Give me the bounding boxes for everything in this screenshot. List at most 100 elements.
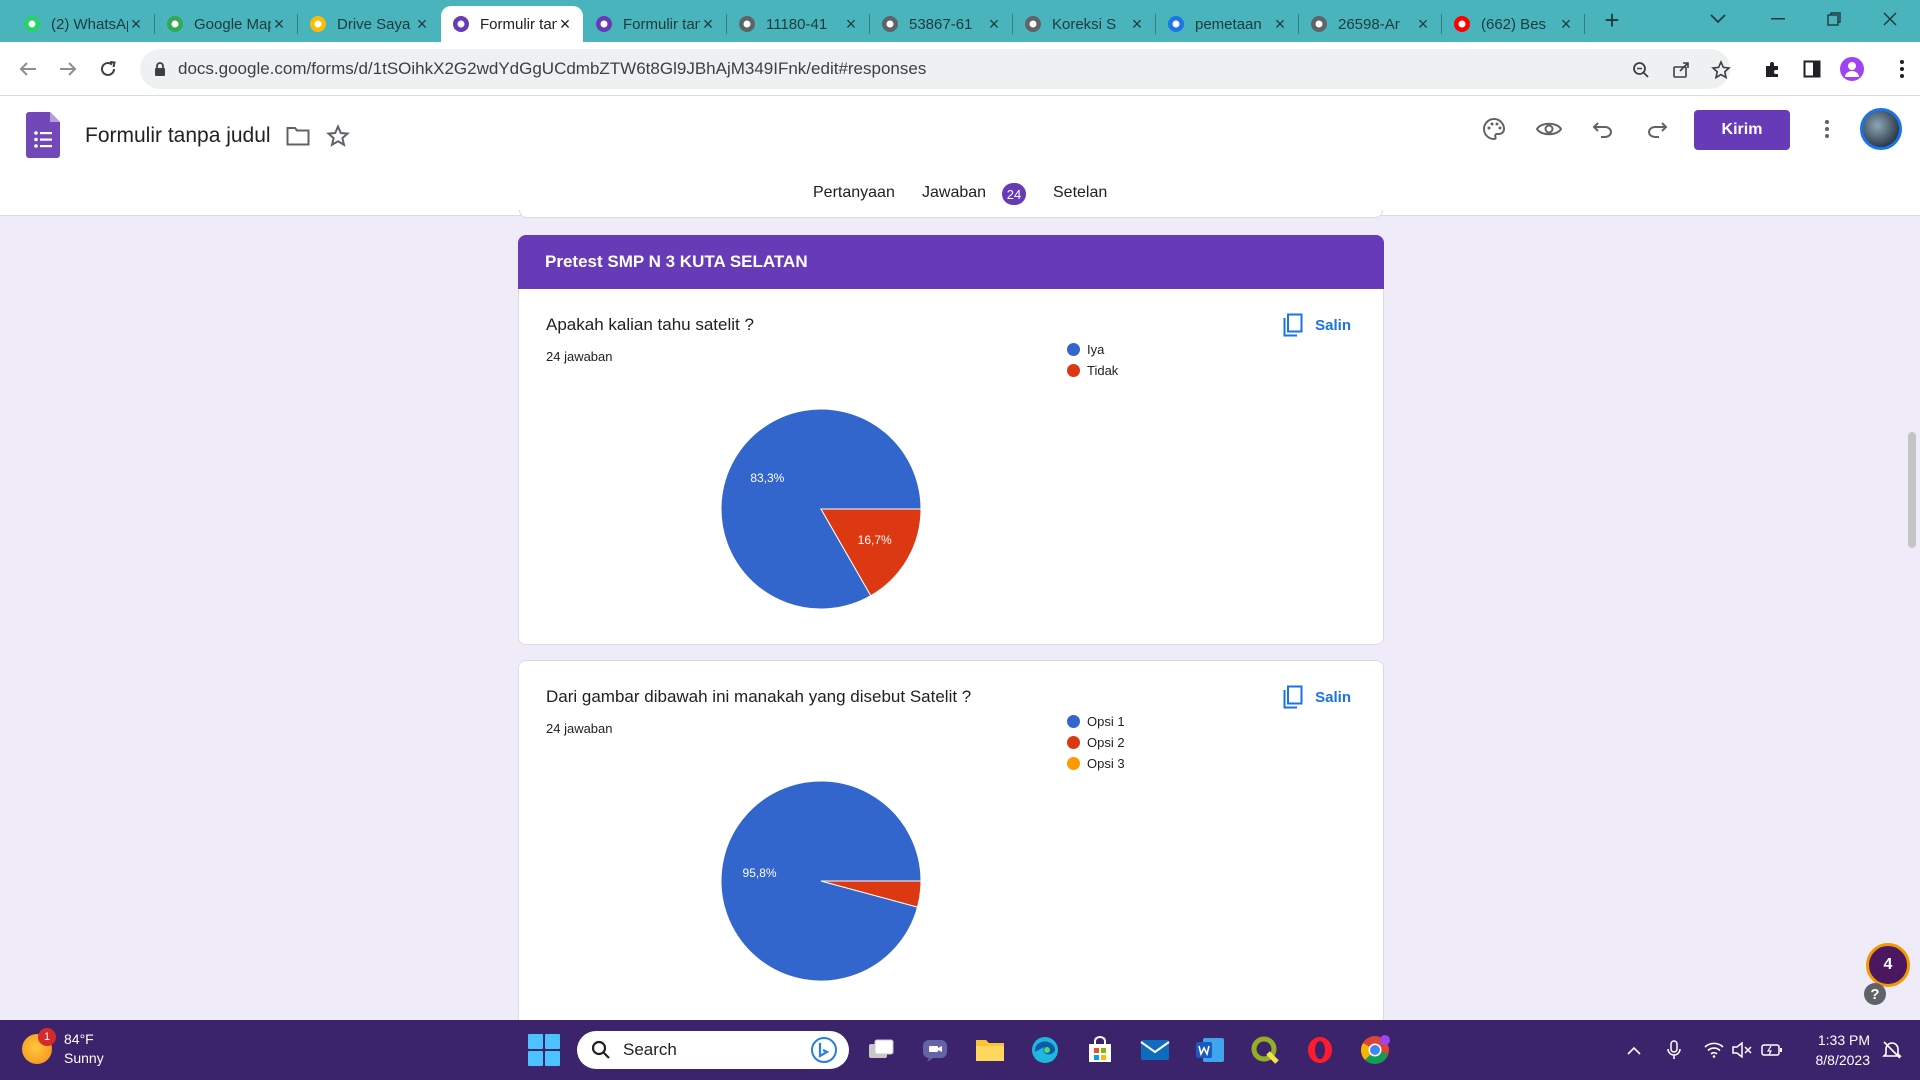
close-tab-icon[interactable]: × [1272, 15, 1288, 33]
legend-swatch [1067, 343, 1080, 356]
browser-tab-title: 53867-61 [909, 15, 973, 33]
tab-search-icon[interactable] [1690, 0, 1746, 38]
browser-tab[interactable]: 11180-41 × [727, 6, 870, 42]
battery-icon[interactable] [1760, 1038, 1784, 1062]
browser-tab[interactable]: Formulir tanpa judul× [441, 6, 583, 42]
more-options-icon[interactable] [1811, 113, 1843, 145]
browser-tab[interactable]: 53867-61 × [870, 6, 1013, 42]
copy-icon [1283, 313, 1303, 337]
legend-item[interactable]: Opsi 2 [1067, 732, 1125, 753]
system-clock[interactable]: 1:33 PM 8/8/2023 [1792, 1030, 1871, 1070]
back-icon[interactable] [14, 55, 42, 83]
minimize-icon[interactable] [1750, 0, 1806, 38]
legend-item[interactable]: Opsi 1 [1067, 711, 1125, 732]
address-bar[interactable]: docs.google.com/forms/d/1tSOihkX2G2wdYdG… [140, 49, 1732, 89]
map-icon [1166, 14, 1186, 34]
close-tab-icon[interactable]: × [1129, 15, 1145, 33]
qgis-icon[interactable] [1248, 1033, 1282, 1067]
browser-tab-title: Koreksi S [1052, 15, 1117, 33]
notification-count-badge[interactable]: 4 [1866, 943, 1910, 987]
account-avatar[interactable] [1860, 108, 1902, 150]
task-view-icon[interactable] [864, 1033, 898, 1067]
close-tab-icon[interactable]: × [557, 15, 573, 33]
volume-muted-icon[interactable] [1730, 1038, 1754, 1062]
redo-icon[interactable] [1641, 113, 1673, 145]
forward-icon[interactable] [54, 55, 82, 83]
mail-icon[interactable] [1138, 1033, 1172, 1067]
close-tab-icon[interactable]: × [700, 15, 716, 33]
section-title: Pretest SMP N 3 KUTA SELATAN [545, 252, 808, 271]
tab-settings[interactable]: Setelan [1053, 184, 1107, 212]
browser-tab[interactable]: Koreksi S × [1013, 6, 1156, 42]
microsoft-store-icon[interactable] [1083, 1033, 1117, 1067]
preview-eye-icon[interactable] [1533, 113, 1565, 145]
response-count: 24 jawaban [546, 349, 613, 364]
browser-tab[interactable]: 26598-Ar × [1299, 6, 1442, 42]
help-icon[interactable]: ? [1864, 983, 1886, 1005]
copy-chart-button[interactable]: Salin [1283, 313, 1351, 337]
restore-icon[interactable] [1806, 0, 1862, 38]
close-tab-icon[interactable]: × [1558, 15, 1574, 33]
url-text[interactable]: docs.google.com/forms/d/1tSOihkX2G2wdYdG… [178, 59, 926, 79]
extensions-icon[interactable] [1758, 55, 1786, 83]
bookmark-star-icon[interactable] [1710, 59, 1732, 81]
undo-icon[interactable] [1587, 113, 1619, 145]
browser-tab[interactable]: Drive Saya × [298, 6, 440, 42]
browser-tab[interactable]: Formulir tanpa judul× [584, 6, 727, 42]
wifi-icon[interactable] [1702, 1038, 1726, 1062]
google-forms-logo-icon[interactable] [26, 112, 60, 158]
close-window-icon[interactable] [1862, 0, 1918, 38]
legend-item[interactable]: Opsi 3 [1067, 753, 1125, 774]
new-tab-button[interactable]: + [1598, 6, 1626, 36]
show-hidden-icons-icon[interactable] [1622, 1038, 1646, 1062]
teams-chat-icon[interactable] [918, 1033, 952, 1067]
close-tab-icon[interactable]: × [271, 15, 287, 33]
responses-count-badge: 24 [1002, 183, 1026, 205]
browser-toolbar: docs.google.com/forms/d/1tSOihkX2G2wdYdG… [0, 42, 1920, 96]
lock-icon [155, 62, 165, 76]
microphone-icon[interactable] [1662, 1038, 1686, 1062]
palette-icon[interactable] [1478, 113, 1510, 145]
browser-tab-title: Formulir tanpa judul [623, 15, 700, 33]
browser-tab[interactable]: (2) WhatsApp× [12, 6, 155, 42]
copy-chart-button[interactable]: Salin [1283, 685, 1351, 709]
word-icon[interactable] [1193, 1033, 1227, 1067]
folder-icon[interactable] [282, 120, 314, 152]
opera-icon[interactable] [1303, 1033, 1337, 1067]
page-scrollbar-thumb[interactable] [1908, 432, 1916, 548]
browser-tab-title: Google Maps [194, 15, 271, 33]
close-tab-icon[interactable]: × [843, 15, 859, 33]
star-icon[interactable] [322, 120, 354, 152]
windows-start-icon[interactable] [528, 1034, 560, 1066]
notifications-icon[interactable] [1880, 1038, 1904, 1062]
edge-browser-icon[interactable] [1028, 1033, 1062, 1067]
clock-time: 1:33 PM [1817, 1032, 1870, 1048]
section-header: Pretest SMP N 3 KUTA SELATAN [518, 235, 1384, 289]
close-tab-icon[interactable]: × [414, 15, 430, 33]
side-panel-icon[interactable] [1798, 55, 1826, 83]
bing-icon[interactable] [811, 1037, 837, 1063]
document-title[interactable]: Formulir tanpa judul [85, 124, 271, 148]
close-tab-icon[interactable]: × [986, 15, 1002, 33]
chrome-icon[interactable] [1358, 1033, 1392, 1067]
response-count: 24 jawaban [546, 721, 613, 736]
weather-widget[interactable]: 1 84°F Sunny [22, 1028, 104, 1068]
browser-tab[interactable]: Google Maps× [155, 6, 298, 42]
legend-label: Tidak [1087, 363, 1119, 378]
browser-tab[interactable]: (662) Bes × [1442, 6, 1585, 42]
profile-icon[interactable] [1838, 55, 1866, 83]
tab-questions[interactable]: Pertanyaan [813, 184, 895, 212]
send-button[interactable]: Kirim [1694, 110, 1790, 150]
browser-tab[interactable]: pemetaan × [1156, 6, 1299, 42]
close-tab-icon[interactable]: × [1415, 15, 1431, 33]
reload-icon[interactable] [94, 55, 122, 83]
taskbar-search[interactable]: Search [577, 1031, 849, 1069]
file-explorer-icon[interactable] [973, 1033, 1007, 1067]
zoom-icon[interactable] [1630, 59, 1652, 81]
share-icon[interactable] [1670, 59, 1692, 81]
legend-item[interactable]: Iya [1067, 339, 1118, 360]
close-tab-icon[interactable]: × [128, 15, 144, 33]
browser-menu-icon[interactable] [1888, 55, 1916, 83]
tab-responses[interactable]: Jawaban [922, 184, 986, 212]
legend-item[interactable]: Tidak [1067, 360, 1118, 381]
